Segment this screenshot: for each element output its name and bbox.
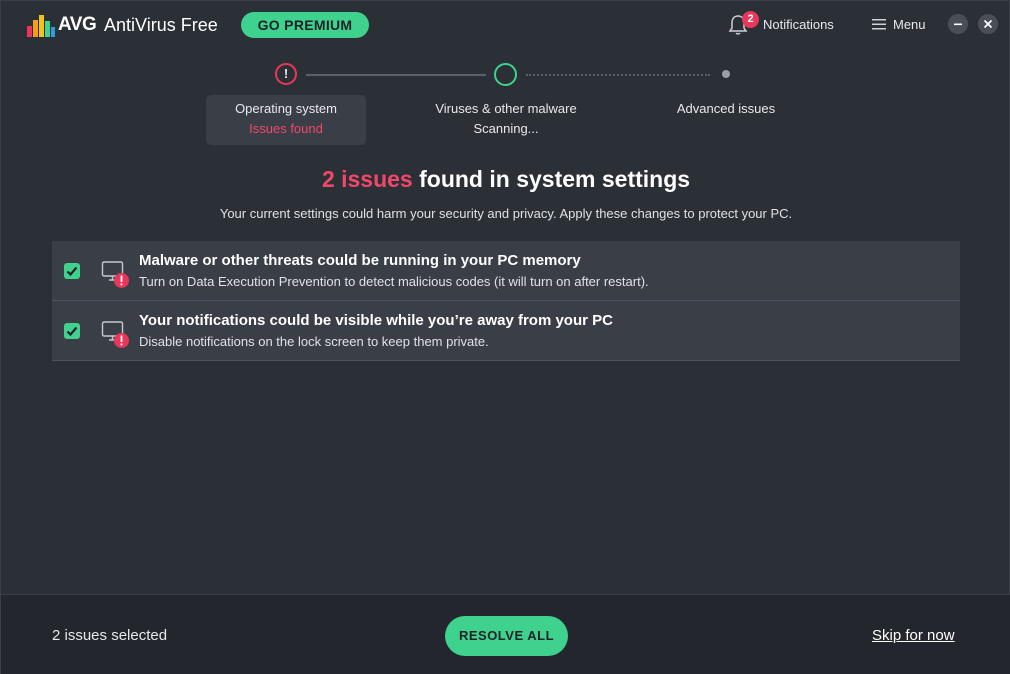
progress-line-completed: [306, 74, 486, 76]
issue-row[interactable]: Your notifications could be visible whil…: [52, 301, 960, 361]
progress-ring-icon: [494, 63, 517, 86]
close-icon: [983, 19, 993, 29]
step-status: Issues found: [249, 121, 323, 136]
close-button[interactable]: [978, 14, 998, 34]
pending-dot-icon: [722, 70, 730, 78]
minimize-icon: [954, 23, 962, 26]
step-advanced-issues[interactable]: Advanced issues: [656, 99, 796, 119]
checkmark-icon: [66, 326, 78, 337]
step-operating-system[interactable]: Operating system Issues found: [206, 95, 366, 145]
monitor-alert-icon: [101, 321, 129, 348]
resolve-all-button[interactable]: RESOLVE ALL: [445, 616, 568, 656]
issue-row[interactable]: Malware or other threats could be runnin…: [52, 241, 960, 301]
checkmark-icon: [66, 266, 78, 277]
page-subtitle: Your current settings could harm your se…: [219, 206, 793, 221]
notification-count-badge: 2: [742, 11, 759, 28]
brand-name: AVG: [58, 14, 97, 35]
app-window: AVG AntiVirus Free GO PREMIUM 2 Notifica…: [0, 0, 1010, 674]
progress-line-pending: [526, 74, 710, 76]
step-title: Advanced issues: [676, 101, 776, 116]
hamburger-menu-icon[interactable]: [872, 18, 886, 30]
go-premium-button[interactable]: GO PREMIUM: [241, 12, 369, 38]
issue-description: Disable notifications on the lock screen…: [139, 334, 489, 349]
step-title: Viruses & other malware: [435, 101, 577, 116]
title-bar: AVG AntiVirus Free GO PREMIUM 2 Notifica…: [1, 1, 1010, 49]
menu-label[interactable]: Menu: [893, 17, 926, 32]
issue-title: Malware or other threats could be runnin…: [139, 252, 581, 269]
step-viruses-malware[interactable]: Viruses & other malware Scanning...: [416, 99, 596, 139]
issue-checkbox[interactable]: [64, 263, 80, 279]
issue-checkbox[interactable]: [64, 323, 80, 339]
footer-bar: 2 issues selected RESOLVE ALL Skip for n…: [1, 594, 1010, 674]
product-name: AntiVirus Free: [104, 15, 218, 35]
issue-description: Turn on Data Execution Prevention to det…: [139, 274, 649, 289]
issue-title: Your notifications could be visible whil…: [139, 312, 613, 329]
issue-list: Malware or other threats could be runnin…: [52, 241, 960, 361]
avg-logo-icon: [27, 15, 55, 37]
page-title: 2 issues found in system settings: [1, 166, 1010, 193]
selected-issues-count: 2 issues selected: [52, 627, 168, 644]
monitor-alert-icon: [101, 261, 129, 288]
skip-for-now-link[interactable]: Skip for now: [872, 627, 955, 644]
headline-rest-text: found in system settings: [412, 166, 691, 192]
exclamation-icon: !: [275, 63, 297, 85]
notifications-label[interactable]: Notifications: [763, 17, 834, 32]
step-status: Scanning...: [473, 121, 539, 136]
issue-count-text: 2 issues: [321, 166, 413, 192]
step-title: Operating system: [235, 101, 337, 116]
minimize-button[interactable]: [948, 14, 968, 34]
